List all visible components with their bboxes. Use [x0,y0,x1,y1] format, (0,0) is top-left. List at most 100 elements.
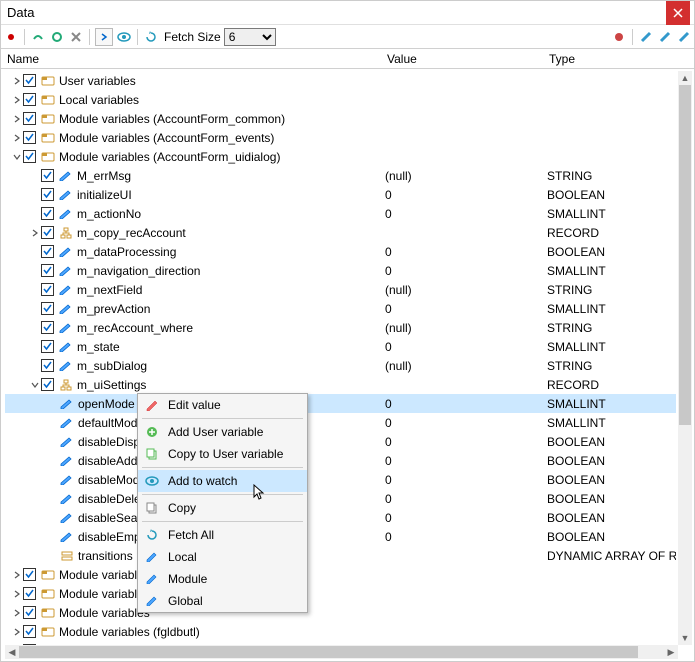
context-menu-item[interactable]: Edit value [138,394,307,416]
col-type[interactable]: Type [543,52,694,66]
checkbox-icon[interactable] [41,245,54,258]
context-menu-item[interactable]: Fetch All [138,524,307,546]
expand-toggle-icon[interactable] [11,75,23,87]
expand-toggle-icon[interactable] [29,170,41,182]
tree-row[interactable]: m_prevAction0SMALLINT [5,299,676,318]
checkbox-icon[interactable] [41,283,54,296]
expand-toggle-icon[interactable] [47,531,59,543]
expand-toggle-icon[interactable] [29,208,41,220]
toolbar-btn-eye[interactable] [116,29,132,45]
tree-row[interactable]: disableDisplay0BOOLEAN [5,432,676,451]
expand-toggle-icon[interactable] [29,379,41,391]
tree-row[interactable]: Module variables (AccountForm_uidialog) [5,147,676,166]
checkbox-icon[interactable] [23,606,36,619]
tree-row[interactable]: m_recAccount_where(null)STRING [5,318,676,337]
tree-row[interactable]: Module variables [5,584,676,603]
toolbar-btn-1[interactable] [3,29,19,45]
expand-toggle-icon[interactable] [11,588,23,600]
data-tree[interactable]: User variablesLocal variablesModule vari… [5,71,676,645]
expand-toggle-icon[interactable] [11,113,23,125]
toolbar-btn-refresh[interactable] [143,29,159,45]
context-menu-item[interactable]: Local [138,546,307,568]
tree-row[interactable]: m_navigation_direction0SMALLINT [5,261,676,280]
expand-toggle-icon[interactable] [11,94,23,106]
tree-row[interactable]: initializeUI0BOOLEAN [5,185,676,204]
tree-row[interactable]: User variables [5,71,676,90]
tree-row[interactable]: defaultMode0SMALLINT [5,413,676,432]
expand-toggle-icon[interactable] [47,493,59,505]
tree-row[interactable]: Module variables [5,565,676,584]
tree-row[interactable]: disableSearch0BOOLEAN [5,508,676,527]
tree-row[interactable]: openMode0SMALLINT [5,394,676,413]
tree-row[interactable]: disableAdd0BOOLEAN [5,451,676,470]
context-menu-item[interactable]: Module [138,568,307,590]
expand-toggle-icon[interactable] [29,360,41,372]
horizontal-scrollbar[interactable]: ◀ ▶ [5,645,678,659]
expand-toggle-icon[interactable] [29,189,41,201]
scroll-left-icon[interactable]: ◀ [5,645,19,659]
context-menu-item[interactable]: Add to watch [138,470,307,492]
expand-toggle-icon[interactable] [29,341,41,353]
expand-toggle-icon[interactable] [47,417,59,429]
toolbar-btn-delete[interactable] [68,29,84,45]
tree-row[interactable]: m_uiSettingsRECORD [5,375,676,394]
expand-toggle-icon[interactable] [11,132,23,144]
col-value[interactable]: Value [381,52,543,66]
checkbox-icon[interactable] [41,207,54,220]
tree-row[interactable]: Module variables (fgldbutl) [5,622,676,641]
checkbox-icon[interactable] [23,93,36,106]
tree-row[interactable]: m_nextField(null)STRING [5,280,676,299]
checkbox-icon[interactable] [23,112,36,125]
scroll-right-icon[interactable]: ▶ [664,645,678,659]
tree-row[interactable]: transitionsDYNAMIC ARRAY OF RECO [5,546,676,565]
tree-row[interactable]: Module variables (AccountForm_common) [5,109,676,128]
checkbox-icon[interactable] [41,378,54,391]
expand-toggle-icon[interactable] [29,265,41,277]
toolbar-btn-r2[interactable] [638,29,654,45]
tree-row[interactable]: m_copy_recAccountRECORD [5,223,676,242]
checkbox-icon[interactable] [41,321,54,334]
col-name[interactable]: Name [1,52,381,66]
expand-toggle-icon[interactable] [47,436,59,448]
checkbox-icon[interactable] [41,359,54,372]
expand-toggle-icon[interactable] [29,227,41,239]
tree-row[interactable]: M_errMsg(null)STRING [5,166,676,185]
toolbar-btn-r3[interactable] [657,29,673,45]
expand-toggle-icon[interactable] [11,151,23,163]
checkbox-icon[interactable] [23,74,36,87]
toolbar-btn-r1[interactable] [611,29,627,45]
checkbox-icon[interactable] [41,340,54,353]
tree-row[interactable]: m_dataProcessing0BOOLEAN [5,242,676,261]
tree-row[interactable]: disableEmpty0BOOLEAN [5,527,676,546]
toolbar-btn-3[interactable] [49,29,65,45]
context-menu-item[interactable]: Copy to User variable [138,443,307,465]
checkbox-icon[interactable] [41,264,54,277]
vertical-scrollbar[interactable]: ▲ ▼ [678,71,692,645]
tree-row[interactable]: m_actionNo0SMALLINT [5,204,676,223]
scroll-down-icon[interactable]: ▼ [678,631,692,645]
close-button[interactable] [666,1,690,25]
expand-toggle-icon[interactable] [29,284,41,296]
checkbox-icon[interactable] [41,169,54,182]
expand-toggle-icon[interactable] [47,474,59,486]
checkbox-icon[interactable] [41,188,54,201]
tree-row[interactable]: m_subDialog(null)STRING [5,356,676,375]
toolbar-btn-nav[interactable] [95,28,113,46]
scroll-up-icon[interactable]: ▲ [678,71,692,85]
checkbox-icon[interactable] [41,302,54,315]
toolbar-btn-r4[interactable] [676,29,692,45]
scroll-thumb-h[interactable] [19,646,638,658]
expand-toggle-icon[interactable] [11,569,23,581]
scroll-thumb[interactable] [679,85,691,425]
tree-row[interactable]: Local variables [5,90,676,109]
expand-toggle-icon[interactable] [29,303,41,315]
checkbox-icon[interactable] [23,587,36,600]
checkbox-icon[interactable] [23,150,36,163]
checkbox-icon[interactable] [41,226,54,239]
expand-toggle-icon[interactable] [29,246,41,258]
tree-row[interactable]: disableModify0BOOLEAN [5,470,676,489]
checkbox-icon[interactable] [23,131,36,144]
expand-toggle-icon[interactable] [11,607,23,619]
context-menu-item[interactable]: Add User variable [138,421,307,443]
context-menu-item[interactable]: Copy [138,497,307,519]
